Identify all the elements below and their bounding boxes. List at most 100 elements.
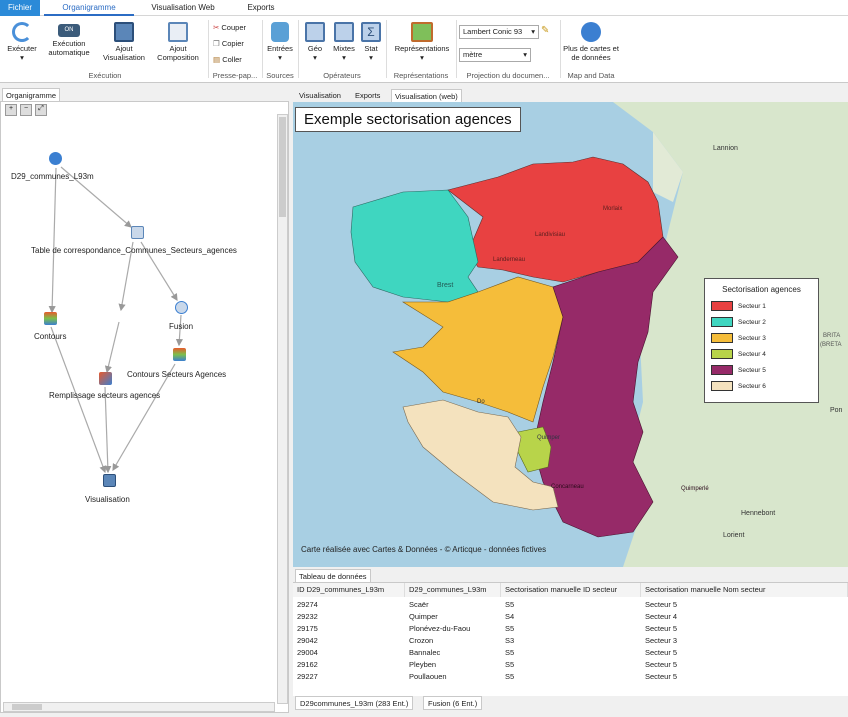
map-representation-icon bbox=[411, 22, 433, 42]
dropdown-arrow-icon: ▾ bbox=[523, 50, 527, 59]
place-label: Pon bbox=[830, 407, 843, 414]
scrollbar-thumb[interactable] bbox=[12, 704, 42, 710]
copy-button[interactable]: ❐ Copier bbox=[213, 39, 244, 49]
node-label-communes[interactable]: D29_communes_L93m bbox=[11, 172, 94, 181]
add-visualisation-button[interactable]: Ajout Visualisation bbox=[100, 22, 148, 62]
globe-icon[interactable] bbox=[49, 152, 62, 165]
table-cell: Bannalec bbox=[409, 648, 441, 657]
contours-icon[interactable] bbox=[44, 312, 57, 325]
auto-exec-button[interactable]: ON Exécution automatique bbox=[44, 24, 94, 57]
data-table: ID D29_communes_L93m D29_communes_L93m S… bbox=[293, 582, 848, 696]
place-label: Lannion bbox=[713, 145, 738, 152]
node-label-table[interactable]: Table de correspondance_Communes_Secteur… bbox=[31, 246, 237, 255]
tab-organigramme-panel[interactable]: Organigramme bbox=[2, 88, 61, 101]
table-cell: Secteur 5 bbox=[645, 600, 678, 609]
table-cell: S5 bbox=[505, 624, 515, 633]
node-label-fusion[interactable]: Fusion bbox=[169, 322, 193, 331]
file-menu[interactable]: Fichier bbox=[0, 0, 40, 16]
inputs-button[interactable]: Entrées ▾ bbox=[265, 22, 295, 62]
globe-plus-icon bbox=[581, 22, 601, 42]
unit-select[interactable]: mètre ▾ bbox=[459, 48, 531, 62]
menu-bar: Fichier Organigramme Visualisation Web E… bbox=[0, 0, 848, 16]
node-label-visualisation[interactable]: Visualisation bbox=[85, 495, 130, 504]
legend-title: Sectorisation agences bbox=[722, 285, 801, 294]
add-composition-button[interactable]: Ajout Composition bbox=[152, 22, 204, 62]
separator bbox=[298, 20, 299, 78]
table-cell: S5 bbox=[505, 600, 515, 609]
geo-operator-button[interactable]: Géo ▾ bbox=[303, 22, 327, 62]
legend-swatch bbox=[711, 301, 733, 312]
table-row[interactable]: 29004 Bannalec S5 Secteur 5 bbox=[293, 647, 848, 659]
table-cell: Crozon bbox=[409, 636, 434, 645]
table-row[interactable]: 29175 Plonévez-du-Faou S5 Secteur 5 bbox=[293, 623, 848, 635]
dropdown-arrow-icon: ▾ bbox=[369, 53, 373, 62]
scissors-icon: ✂ bbox=[213, 23, 220, 32]
table-row[interactable]: 29042 Crozon S3 Secteur 3 bbox=[293, 635, 848, 647]
separator bbox=[456, 20, 457, 78]
tab-visualisation-web[interactable]: Visualisation Web bbox=[140, 0, 226, 16]
table-icon[interactable] bbox=[131, 226, 144, 239]
monitor-icon bbox=[114, 22, 134, 42]
cut-button[interactable]: ✂ Couper bbox=[213, 23, 246, 33]
paste-button[interactable]: ▤ Coller bbox=[213, 55, 242, 65]
mixed-operator-button[interactable]: Mixtes ▾ bbox=[330, 22, 358, 62]
table-cell: 29227 bbox=[297, 672, 318, 681]
table-cell: Poullaouen bbox=[409, 672, 447, 681]
table-row[interactable]: 29274 Scaër S5 Secteur 5 bbox=[293, 599, 848, 611]
tab-data-table[interactable]: Tableau de données bbox=[295, 569, 371, 582]
legend-item: Secteur 4 bbox=[711, 349, 766, 360]
tab-fusion-entity[interactable]: Fusion (6 Ent.) bbox=[423, 696, 483, 710]
group-label-execution: Exécution bbox=[88, 71, 122, 80]
column-header[interactable]: ID D29_communes_L93m bbox=[293, 583, 405, 597]
vertical-scrollbar[interactable] bbox=[277, 114, 288, 704]
column-header[interactable]: D29_communes_L93m bbox=[405, 583, 501, 597]
map-credit: Carte réalisée avec Cartes & Données - ©… bbox=[301, 545, 547, 554]
tab-visualisation[interactable]: Visualisation bbox=[296, 89, 344, 102]
table-row[interactable]: 29162 Pleyben S5 Secteur 5 bbox=[293, 659, 848, 671]
node-label-contours-secteurs[interactable]: Contours Secteurs Agences bbox=[127, 370, 226, 379]
stat-operator-button[interactable]: Σ Stat ▾ bbox=[360, 22, 382, 62]
tab-visualisation-web-view[interactable]: Visualisation (web) bbox=[391, 89, 462, 102]
table-cell: 29175 bbox=[297, 624, 318, 633]
fill-icon[interactable] bbox=[99, 372, 112, 385]
horizontal-scrollbar[interactable] bbox=[3, 702, 275, 712]
place-label: Lorient bbox=[723, 532, 745, 539]
execute-button[interactable]: Exécuter ▾ bbox=[2, 22, 42, 62]
table-row[interactable]: 29232 Quimper S4 Secteur 4 bbox=[293, 611, 848, 623]
map-title: Exemple sectorisation agences bbox=[295, 107, 521, 132]
legend-item: Secteur 2 bbox=[711, 317, 766, 328]
place-label: Quimperlé bbox=[681, 486, 709, 492]
group-label-sources: Sources bbox=[266, 71, 294, 80]
table-cell: 29042 bbox=[297, 636, 318, 645]
separator bbox=[386, 20, 387, 78]
legend-swatch bbox=[711, 365, 733, 376]
tab-exports-view[interactable]: Exports bbox=[352, 89, 383, 102]
place-label: Brest bbox=[437, 282, 454, 289]
contours-icon[interactable] bbox=[173, 348, 186, 361]
separator bbox=[262, 20, 263, 78]
pencil-icon[interactable]: ✎ bbox=[541, 25, 549, 36]
table-cell: S5 bbox=[505, 648, 515, 657]
tab-exports[interactable]: Exports bbox=[232, 0, 290, 16]
monitor-icon[interactable] bbox=[103, 474, 116, 487]
representations-button[interactable]: Représentations ▾ bbox=[390, 22, 454, 62]
toggle-icon: ON bbox=[58, 24, 80, 37]
table-cell: 29004 bbox=[297, 648, 318, 657]
place-label: BRITA bbox=[823, 333, 841, 339]
tab-communes-entity[interactable]: D29communes_L93m (283 Ent.) bbox=[295, 696, 414, 710]
column-header[interactable]: Sectorisation manuelle ID secteur bbox=[501, 583, 641, 597]
fusion-icon[interactable] bbox=[175, 301, 188, 314]
column-header[interactable]: Sectorisation manuelle Nom secteur bbox=[641, 583, 848, 597]
node-label-remplissage[interactable]: Remplissage secteurs agences bbox=[49, 391, 160, 400]
place-label: (BRETA bbox=[820, 342, 842, 348]
table-row[interactable]: 29227 Poullaouen S5 Secteur 5 bbox=[293, 671, 848, 683]
map-legend: Sectorisation agences Secteur 1 Secteur … bbox=[704, 278, 819, 403]
tab-organigramme[interactable]: Organigramme bbox=[44, 0, 134, 16]
scrollbar-thumb[interactable] bbox=[279, 117, 286, 217]
node-label-contours[interactable]: Contours bbox=[34, 332, 66, 341]
separator bbox=[560, 20, 561, 78]
projection-select[interactable]: Lambert Conic 93 ▾ bbox=[459, 25, 539, 39]
group-label-map-data: Map and Data bbox=[567, 71, 615, 80]
more-maps-button[interactable]: Plus de cartes et de données bbox=[563, 22, 619, 62]
map-view[interactable]: Exemple sectorisation agences Lannion Mo… bbox=[293, 102, 848, 567]
